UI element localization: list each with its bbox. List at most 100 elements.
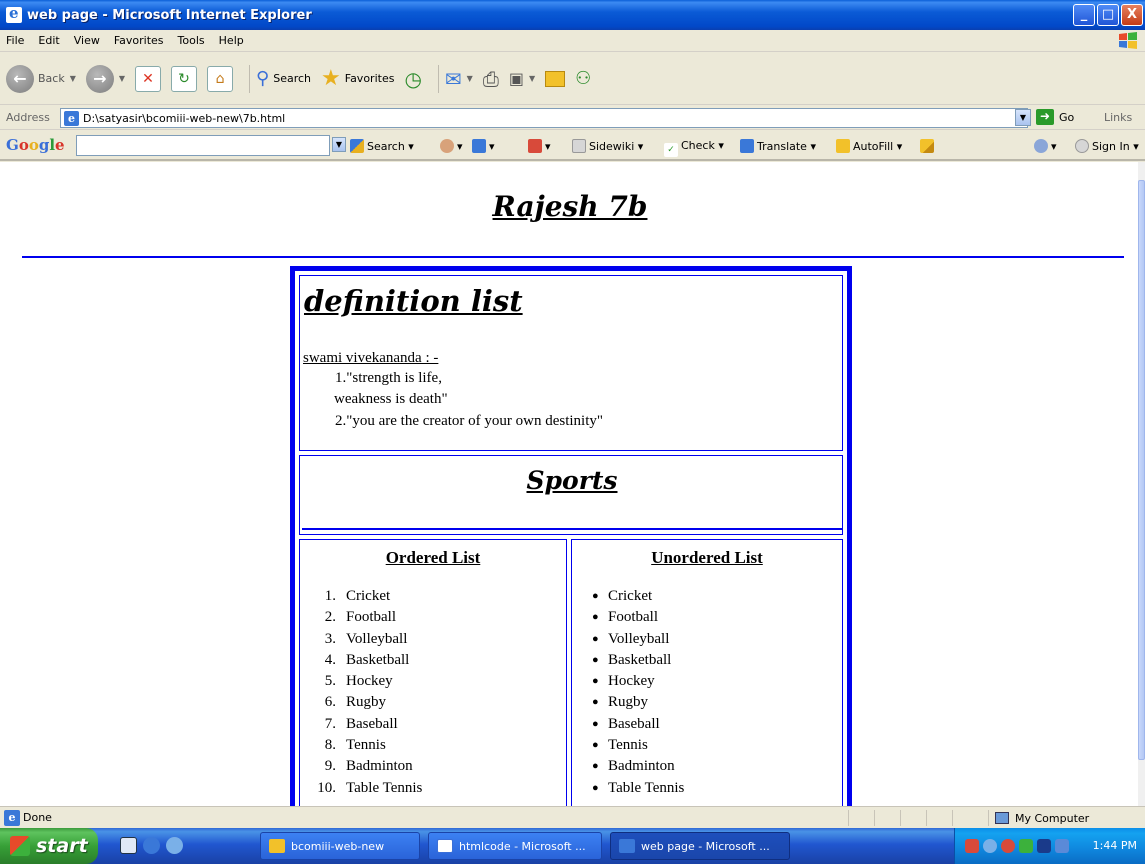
menu-edit[interactable]: Edit (38, 34, 59, 47)
status-bar: e Done My Computer (0, 806, 1145, 828)
bullet-icon: ● (592, 590, 599, 602)
list-item: 1. Cricket (324, 588, 391, 604)
chevron-down-icon[interactable]: ▼ (70, 74, 76, 83)
sign-in-button[interactable]: Sign In ▾ (1075, 139, 1139, 153)
bookmark-icon (440, 139, 454, 153)
messenger-icon[interactable]: ⚇ (575, 68, 591, 89)
sidewiki-button[interactable]: Sidewiki ▾ (572, 139, 643, 153)
definition-heading: definition list (304, 284, 523, 318)
home-icon[interactable]: ⌂ (207, 65, 234, 92)
print-icon[interactable]: ⎙ (483, 67, 499, 91)
back-label: Back (38, 72, 65, 85)
folder-icon[interactable] (545, 70, 566, 87)
back-arrow-icon: ← (6, 64, 34, 93)
vertical-scrollbar[interactable] (1138, 162, 1145, 806)
list-item: 4. Basketball (324, 651, 410, 668)
chevron-down-icon[interactable]: ▼ (119, 74, 125, 83)
highlighter-icon[interactable] (920, 139, 937, 153)
go-label: Go (1059, 110, 1075, 124)
ordered-list-heading: Ordered List (385, 548, 481, 567)
stop-icon[interactable]: ✕ (135, 65, 162, 92)
taskbar-item-folder[interactable]: bcomiii-web-new (260, 832, 420, 860)
unordered-list-cell: Unordered List ● Cricket ● Football ● Volle… (571, 539, 843, 806)
show-desktop-icon[interactable] (120, 837, 137, 854)
start-button[interactable]: start (0, 828, 98, 864)
address-bar: Address e D:\satyasir\bcomiii-web-new\7b… (0, 106, 1145, 130)
taskbar-item-ie[interactable]: web page - Microsoft ... (610, 832, 790, 860)
menu-tools[interactable]: Tools (178, 34, 205, 47)
bullet-icon: ● (592, 781, 599, 794)
minimize-button[interactable]: _ (1073, 4, 1095, 26)
forward-button[interactable]: → ▼ (85, 64, 125, 93)
standard-toolbar: ← Back ▼ → ▼ ✕ ↻ ⌂ ⚲ Search ★ Favorites … (0, 53, 1145, 105)
refresh-icon[interactable]: ↻ (171, 65, 198, 92)
favorites-label: Favorites (344, 72, 395, 85)
translate-label: Translate (757, 140, 807, 153)
favorites-button[interactable]: ★ Favorites (321, 66, 394, 91)
bullet-icon: ● (592, 675, 599, 688)
translate-button[interactable]: Translate ▾ (740, 139, 816, 153)
google-search-input[interactable] (76, 135, 330, 156)
google-search-button[interactable]: Search ▾ (350, 139, 414, 153)
wrench-icon[interactable]: ▾ (1034, 139, 1057, 153)
close-button[interactable]: X (1121, 4, 1143, 26)
spellcheck-button[interactable]: ✓ Check ▾ (664, 139, 724, 157)
tray-icon[interactable] (1019, 839, 1033, 853)
list-item: ● Basketball (592, 650, 684, 671)
ie-icon (619, 839, 635, 853)
menu-file[interactable]: File (6, 34, 24, 47)
page-viewport[interactable]: Rajesh 7b definition list swami vivekana… (0, 162, 1138, 806)
definition-cell: definition list swami vivekananda : - 1.… (299, 275, 843, 451)
tray-icon[interactable] (1037, 839, 1051, 853)
ie-icon[interactable] (143, 837, 160, 854)
back-button[interactable]: ← Back ▼ (6, 64, 76, 93)
unordered-list-heading: Unordered List (651, 548, 763, 567)
address-input[interactable]: e D:\satyasir\bcomiii-web-new\7b.html (60, 108, 1028, 128)
menu-favorites[interactable]: Favorites (114, 34, 164, 47)
bullet-icon: ● (592, 760, 599, 773)
menu-bar: File Edit View Favorites Tools Help (0, 30, 1145, 52)
ie-app-icon (6, 4, 22, 23)
chevron-down-icon[interactable]: ▼ (1015, 109, 1031, 126)
taskbar-item-word[interactable]: htmlcode - Microsoft ... (428, 832, 602, 860)
word-icon (437, 839, 453, 853)
tray-icon[interactable] (1001, 839, 1015, 853)
go-button[interactable]: ➜ Go (1036, 109, 1074, 125)
google-toolbar: Google ▼ Search ▾ ▾ ▾ ▾ Sidewiki ▾ ✓ Chec… (0, 131, 1145, 161)
google-search-label: Search (367, 140, 405, 153)
bullet-icon: ● (592, 632, 599, 645)
window-title-bar[interactable]: web page - Microsoft Internet Explorer _… (0, 0, 1145, 30)
tray-icon[interactable] (983, 839, 997, 853)
autofill-icon (836, 139, 850, 153)
quick-launch (120, 837, 183, 854)
list-item: ● Rugby (592, 692, 684, 713)
history-icon[interactable]: ◷ (404, 67, 421, 91)
google-extras[interactable]: ▾ ▾ (440, 139, 495, 153)
google-logo[interactable]: Google (6, 136, 65, 154)
search-button[interactable]: ⚲ Search (256, 68, 311, 89)
list-item: 2. Football (324, 609, 397, 626)
list-item: 7. Baseball (324, 715, 398, 732)
horizontal-rule (302, 528, 842, 530)
autofill-button[interactable]: AutoFill ▾ (836, 139, 902, 153)
scrollbar-thumb[interactable] (1138, 180, 1145, 760)
window-title: web page - Microsoft Internet Explorer (27, 7, 312, 23)
definition-line: 1."strength is life, (335, 370, 442, 386)
page-icon: e (4, 809, 20, 826)
chevron-down-icon[interactable]: ▼ (332, 137, 346, 152)
bullet-icon: ● (592, 717, 599, 730)
go-arrow-icon: ➜ (1036, 109, 1054, 125)
star-icon: ★ (321, 66, 341, 91)
menu-help[interactable]: Help (219, 34, 244, 47)
links-button[interactable]: Links (1104, 111, 1132, 124)
menu-view[interactable]: View (74, 34, 100, 47)
tray-icon[interactable] (1055, 839, 1069, 853)
tray-icon[interactable] (965, 839, 979, 853)
horizontal-rule (22, 256, 1124, 258)
media-icon[interactable] (166, 837, 183, 854)
popup-blocker-button[interactable]: ▾ (528, 139, 551, 153)
edit-icon[interactable]: ▣ (509, 69, 524, 88)
toolbar-separator (437, 64, 439, 93)
mail-icon[interactable]: ✉ (445, 67, 462, 91)
restore-button[interactable]: □ (1097, 4, 1119, 26)
